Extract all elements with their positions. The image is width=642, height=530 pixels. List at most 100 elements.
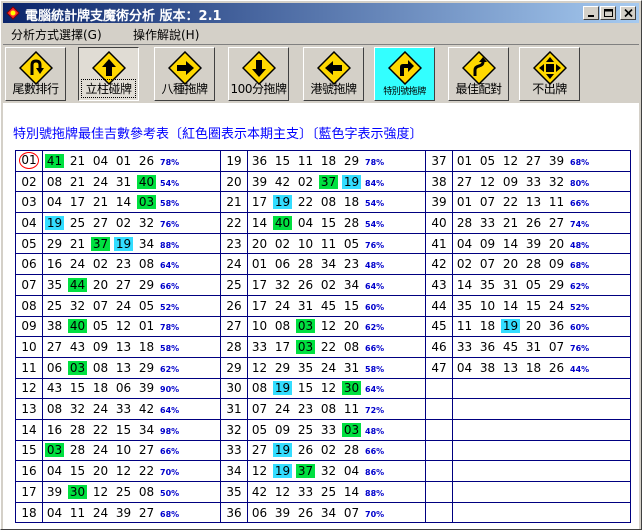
tail-ranking-button[interactable]: 尾數排行 [5,47,66,101]
number: 05 [479,153,496,168]
port-drag-button[interactable]: 港號拖牌 [303,47,364,101]
number: 08 [320,402,337,417]
cyan-highlight-number: 19 [273,464,292,479]
strength-percent: 70% [160,468,180,478]
number: 10 [251,319,268,334]
green-highlight-number: 03 [68,360,87,375]
suggested-numbers: 17 19 22 08 18 54% [247,191,426,214]
suggested-numbers: 16 24 02 23 08 64% [42,253,221,276]
number: 24 [115,298,132,313]
number: 01 [456,195,473,210]
number: 08 [46,402,63,417]
number: 02 [92,257,109,272]
number: 01 [456,153,473,168]
suggested-numbers: 10 08 03 12 20 62% [247,315,426,338]
empty-cell [425,418,453,441]
number: 20 [92,277,109,292]
number: 08 [251,381,268,396]
number: 18 [343,195,360,210]
strength-percent: 50% [160,488,180,498]
number: 25 [320,484,337,499]
number: 39 [525,236,542,251]
no-card-button[interactable]: 不出牌 [519,47,580,101]
strength-percent: 68% [570,261,590,271]
maximize-button[interactable] [600,6,616,20]
strength-percent: 78% [160,157,180,167]
number: 04 [92,153,109,168]
key-number: 21 [220,191,248,214]
number: 14 [502,236,519,251]
best-pair-button[interactable]: 最佳配對 [448,47,509,101]
number: 22 [502,195,519,210]
empty-cell [452,398,631,420]
green-highlight-number: 40 [68,319,87,334]
empty-cell [452,501,631,524]
close-button[interactable] [620,6,636,20]
key-number: 01 [15,150,43,172]
number: 25 [115,484,132,499]
table-row: 05 29 21 37 19 34 88% 23 20 02 10 11 05 76% 41 04 09 14 39… [15,232,631,255]
menu-help[interactable]: 操作解說(H) [133,26,199,43]
suggested-numbers: 06 03 08 13 29 62% [42,356,221,379]
number: 20 [502,257,519,272]
number: 32 [69,402,86,417]
empty-cell [452,418,631,441]
suggested-numbers: 11 18 19 20 36 60% [452,315,631,338]
number: 18 [479,319,496,334]
empty-cell [425,481,453,503]
minimize-button[interactable] [583,6,599,20]
key-number: 12 [15,377,43,400]
suggested-numbers: 28 33 21 26 27 74% [452,212,631,234]
number: 28 [297,257,314,272]
suggested-numbers: 16 28 22 15 34 98% [42,418,221,441]
toolbar-label: 立柱碰牌 [81,79,136,98]
empty-cell [425,439,453,462]
eight-drag-button[interactable]: 八種拖牌 [154,47,215,101]
number: 31 [525,340,542,355]
empty-cell [425,460,453,482]
table-row: 06 16 24 02 23 08 64% 24 01 06 28 34 23 48% 42 02 07 20 28… [15,253,631,276]
green-highlight-number: 37 [91,236,110,251]
suggested-numbers: 35 44 20 27 29 66% [42,274,221,296]
suggested-numbers: 33 36 45 31 07 76% [452,336,631,358]
strength-percent: 60% [570,323,590,333]
number: 12 [115,464,132,479]
key-number: 19 [220,150,248,172]
empty-cell [452,481,631,503]
suggested-numbers: 12 19 37 32 04 86% [247,460,426,482]
suggested-numbers: 27 19 26 02 28 66% [247,439,426,462]
key-number: 29 [220,356,248,379]
number: 35 [456,298,473,313]
strength-percent: 58% [160,344,180,354]
number: 39 [548,153,565,168]
green-highlight-number: 03 [45,443,64,458]
number: 24 [92,443,109,458]
suggested-numbers: 39 30 12 25 08 50% [42,481,221,503]
number: 12 [251,360,268,375]
suggested-numbers: 01 07 22 13 11 66% [452,191,631,214]
title-bar[interactable]: 電腦統計牌支魔術分析 版本：2.1 [3,3,639,24]
number: 22 [92,422,109,437]
green-highlight-number: 37 [296,464,315,479]
green-highlight-number: 30 [342,381,361,396]
number: 20 [525,319,542,334]
hundred-drag-button[interactable]: 100分拖牌 [228,47,289,101]
number: 07 [92,298,109,313]
suggested-numbers: 12 29 35 24 31 58% [247,356,426,379]
number: 36 [251,153,268,168]
number: 31 [343,360,360,375]
number: 39 [46,484,63,499]
suggested-numbers: 42 12 33 25 14 88% [247,481,426,503]
suggested-numbers: 05 09 25 33 03 48% [247,418,426,441]
menu-analysis-method[interactable]: 分析方式選擇(G) [11,26,102,43]
number: 07 [479,257,496,272]
strength-percent: 76% [160,219,180,229]
pillar-hit-button[interactable]: 立柱碰牌 [78,47,139,101]
app-icon[interactable] [6,6,20,20]
number: 15 [343,298,360,313]
key-number: 08 [15,294,43,317]
suggested-numbers: 04 11 24 39 27 68% [42,501,221,524]
suggested-numbers: 08 21 24 31 40 54% [42,170,221,193]
special-drag-button[interactable]: 特別號拖牌 [374,47,435,101]
strength-percent: 54% [160,178,180,188]
